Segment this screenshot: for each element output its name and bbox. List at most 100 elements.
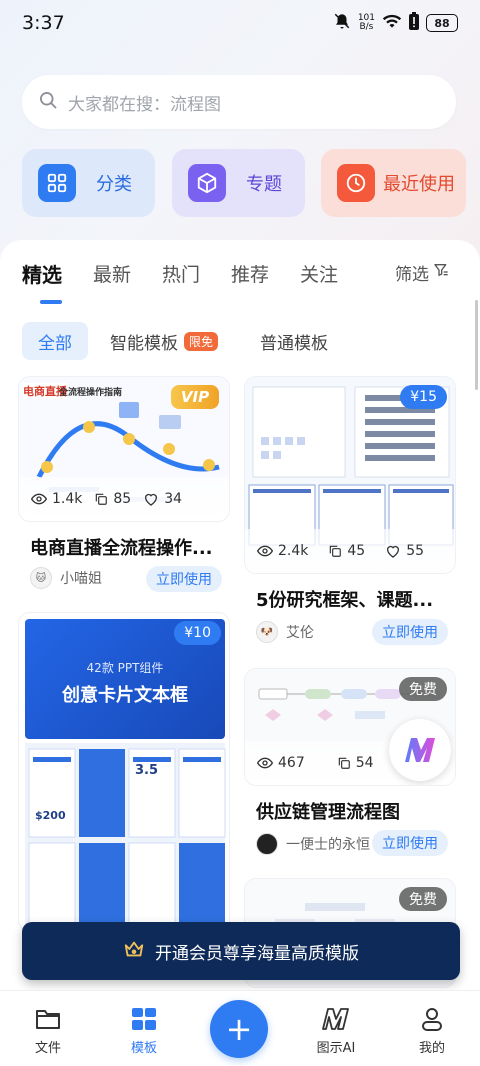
template-title[interactable]: 5份研究框架、课题...	[256, 586, 452, 612]
template-type-chips: 全部 智能模板 限免 普通模板	[22, 322, 344, 360]
template-stats: 1.4k 85 34	[19, 477, 229, 521]
shortcut-recent[interactable]: 最近使用	[321, 149, 466, 217]
copies-count: 85	[113, 491, 132, 507]
scrollbar[interactable]	[475, 300, 478, 390]
chip-normal-template[interactable]: 普通模板	[244, 322, 344, 360]
price-value: ¥15	[410, 389, 437, 405]
eye-icon	[257, 545, 273, 557]
grid-icon	[38, 164, 76, 202]
use-now-button[interactable]: 立即使用	[146, 566, 222, 592]
price-badge: 免费	[399, 887, 447, 911]
price-value: ¥10	[184, 625, 211, 641]
thumb-price-text: $200	[35, 809, 66, 822]
template-icon	[132, 1008, 156, 1030]
template-stats: 2.4k 45 55	[245, 529, 455, 573]
thumb-number: 3.5	[135, 763, 159, 778]
tab-featured[interactable]: 精选	[22, 259, 62, 288]
use-now-button[interactable]: 立即使用	[372, 619, 448, 645]
template-title[interactable]: 电商直播全流程操作...	[30, 534, 226, 560]
vip-banner-text: 开通会员尊享海量高质模版	[155, 943, 359, 964]
eye-icon	[31, 493, 47, 505]
limited-free-badge: 限免	[184, 331, 219, 351]
template-author[interactable]: 一便士的永恒	[256, 833, 370, 855]
vip-upgrade-banner[interactable]: 开通会员尊享海量高质模版	[22, 922, 460, 980]
price-badge: ¥10	[174, 621, 221, 645]
tab-recommended[interactable]: 推荐	[231, 260, 269, 287]
copy-icon	[330, 545, 342, 557]
plus-icon: +	[225, 1010, 253, 1048]
copies-count: 54	[355, 755, 374, 771]
nav-label: 文件	[34, 1041, 61, 1056]
copies-stat: 54	[337, 755, 374, 771]
active-tab-indicator	[40, 300, 62, 304]
battery-indicator: 88	[426, 14, 458, 32]
battery-alert-icon	[409, 12, 419, 34]
net-speed-unit: B/s	[359, 22, 374, 32]
likes-count: 34	[164, 491, 183, 507]
folder-icon	[36, 1010, 60, 1029]
search-bar[interactable]: 大家都在搜：流程图	[22, 75, 456, 129]
views-stat: 2.4k	[257, 543, 308, 559]
template-author[interactable]: 🐶 艾伦	[256, 621, 314, 643]
author-name: 艾伦	[286, 625, 314, 641]
clock-icon	[337, 164, 375, 202]
template-thumbnail[interactable]: 电商直播 全流程操作指南 VIP 1.4k 85 34	[18, 376, 230, 522]
ai-logo-badge[interactable]	[389, 719, 451, 781]
likes-count: 55	[406, 543, 425, 559]
copies-stat: 45	[328, 543, 365, 559]
user-icon	[422, 1008, 442, 1031]
shortcut-category[interactable]: 分类	[22, 149, 155, 217]
views-count: 1.4k	[52, 491, 83, 507]
tab-bar: 精选 最新 热门 推荐 关注	[22, 258, 369, 288]
price-value: 免费	[409, 682, 437, 698]
template-thumbnail[interactable]: ¥15 2.4k 45 55	[244, 376, 456, 574]
search-placeholder: 大家都在搜：流程图	[68, 94, 221, 115]
mute-icon	[333, 12, 351, 34]
copy-icon	[338, 757, 350, 769]
ai-logo-icon	[405, 738, 435, 762]
crown-icon	[123, 938, 145, 965]
filter-button[interactable]: 筛选	[395, 260, 449, 285]
tab-following[interactable]: 关注	[300, 260, 338, 287]
vip-badge: VIP	[171, 385, 219, 409]
chip-smart-label: 智能模板	[110, 333, 178, 354]
heart-icon	[387, 545, 400, 558]
template-author[interactable]: 🐱 小喵姐	[30, 567, 102, 589]
tab-hot[interactable]: 热门	[162, 260, 200, 287]
nav-templates[interactable]: 模板	[104, 991, 184, 1066]
views-stat: 1.4k	[31, 491, 82, 507]
heart-icon	[145, 493, 158, 506]
nav-label: 模板	[130, 1041, 157, 1056]
likes-stat: 34	[143, 491, 182, 507]
template-thumbnail[interactable]: 42款 PPT组件 创意卡片文本框 $200 3.5 ¥10	[18, 612, 230, 932]
net-speed: 101 B/s	[358, 14, 375, 32]
chip-all[interactable]: 全部	[22, 322, 88, 360]
avatar: 🐱	[30, 567, 52, 589]
template-title[interactable]: 供应链管理流程图	[256, 798, 452, 824]
shortcut-topic[interactable]: 专题	[172, 149, 305, 217]
price-value: 免费	[409, 892, 437, 908]
thumb-subtitle: 42款 PPT组件	[86, 661, 164, 675]
price-badge: 免费	[399, 677, 447, 701]
views-count: 2.4k	[278, 543, 309, 559]
wifi-icon	[382, 13, 402, 33]
nav-ai[interactable]: 图示AI	[296, 991, 376, 1066]
status-time: 3:37	[22, 12, 65, 34]
template-thumbnail[interactable]: 免费 467 54	[244, 668, 456, 786]
shortcut-label: 最近使用	[383, 174, 455, 195]
use-now-button[interactable]: 立即使用	[372, 830, 448, 856]
status-icons: 101 B/s 88	[333, 12, 458, 34]
card-grid-preview	[25, 743, 226, 931]
filter-icon	[433, 262, 449, 283]
nav-profile[interactable]: 我的	[392, 991, 472, 1066]
ai-logo-icon	[322, 1008, 349, 1030]
chip-smart-template[interactable]: 智能模板 限免	[94, 322, 234, 360]
thumb-title: 全流程操作指南	[59, 388, 123, 398]
avatar	[256, 833, 278, 855]
eye-icon	[257, 757, 273, 769]
author-name: 一便士的永恒	[286, 837, 370, 853]
create-button[interactable]: +	[210, 1000, 268, 1058]
tab-latest[interactable]: 最新	[93, 260, 131, 287]
views-count: 467	[278, 755, 305, 771]
nav-files[interactable]: 文件	[8, 991, 88, 1066]
